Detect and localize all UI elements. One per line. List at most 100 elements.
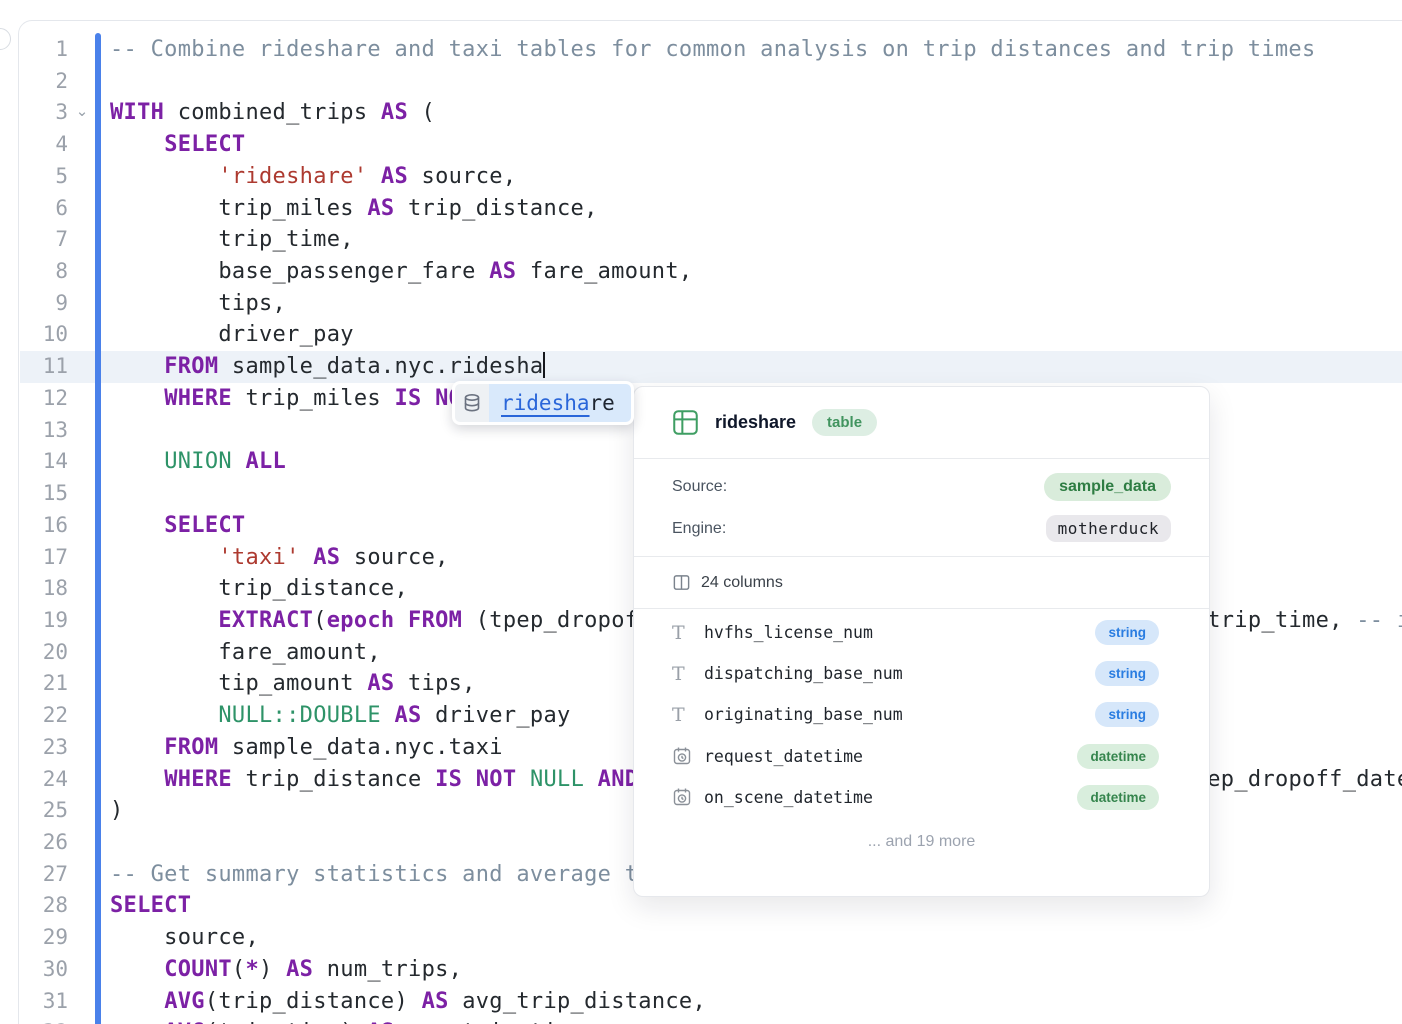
line-number: 28 bbox=[20, 890, 68, 922]
column-type-badge: string bbox=[1095, 702, 1159, 727]
engine-value-badge: motherduck bbox=[1046, 515, 1171, 542]
line-number: 8 bbox=[20, 256, 68, 288]
code-line[interactable]: trip_miles AS trip_distance, bbox=[110, 193, 598, 225]
code-token: SELECT bbox=[164, 132, 245, 157]
column-row: request_datetimedatetime bbox=[672, 744, 1159, 769]
code-token: AS bbox=[489, 259, 516, 284]
code-line[interactable]: trip_distance, bbox=[110, 573, 408, 605]
code-token: AS bbox=[422, 989, 449, 1014]
code-line[interactable]: tip_amount AS tips, bbox=[110, 668, 476, 700]
code-token: 'rideshare' bbox=[218, 164, 367, 189]
code-line[interactable]: COUNT(*) AS num_trips, bbox=[110, 954, 462, 986]
code-token: 'taxi' bbox=[218, 545, 299, 570]
code-line[interactable]: WITH combined_trips AS ( bbox=[110, 97, 435, 129]
autocomplete-matched-text: ridesha bbox=[501, 391, 590, 415]
datetime-type-icon bbox=[672, 746, 692, 766]
code-token bbox=[300, 545, 314, 570]
line-number: 17 bbox=[20, 542, 68, 574]
code-token bbox=[516, 767, 530, 792]
code-token bbox=[110, 703, 218, 728]
line-number: 5 bbox=[20, 161, 68, 193]
line-number: 4 bbox=[20, 129, 68, 161]
code-line[interactable]: ) bbox=[110, 795, 124, 827]
text-cursor bbox=[543, 352, 545, 378]
code-line[interactable]: -- Combine rideshare and taxi tables for… bbox=[110, 34, 1316, 66]
line-number: 24 bbox=[20, 764, 68, 796]
line-number: 27 bbox=[20, 859, 68, 891]
code-line[interactable]: fare_amount, bbox=[110, 637, 381, 669]
line-number: 32 bbox=[20, 1017, 68, 1024]
line-number: 23 bbox=[20, 732, 68, 764]
code-token bbox=[394, 608, 408, 633]
code-token bbox=[367, 164, 381, 189]
popup-properties: Source: sample_data Engine: motherduck bbox=[634, 459, 1209, 556]
code-token bbox=[232, 449, 246, 474]
text-type-icon: T bbox=[672, 622, 685, 644]
line-number: 13 bbox=[20, 415, 68, 447]
code-token: SELECT bbox=[164, 513, 245, 538]
autocomplete-item-rideshare[interactable]: rideshare bbox=[489, 384, 631, 422]
column-row: Thvfhs_license_numstring bbox=[672, 620, 1159, 645]
code-token: trip_time, bbox=[110, 227, 354, 252]
property-row-engine: Engine: motherduck bbox=[672, 515, 1171, 542]
code-line[interactable]: tips, bbox=[110, 288, 286, 320]
table-icon bbox=[672, 409, 699, 436]
code-line[interactable]: NULL::DOUBLE AS driver_pay bbox=[110, 700, 571, 732]
code-line[interactable]: FROM sample_data.nyc.taxi bbox=[110, 732, 503, 764]
column-type-badge: string bbox=[1095, 620, 1159, 645]
source-label: Source: bbox=[672, 478, 727, 496]
gutter-selection-bar bbox=[95, 33, 101, 1024]
code-token: AS bbox=[367, 196, 394, 221]
code-line[interactable]: 'rideshare' AS source, bbox=[110, 161, 516, 193]
code-token: AVG bbox=[164, 989, 205, 1014]
code-token: AS bbox=[394, 703, 421, 728]
code-token bbox=[110, 1020, 164, 1024]
code-line[interactable]: SELECT bbox=[110, 510, 245, 542]
code-line[interactable]: AVG(trip_time) AS avg_trip_time, bbox=[110, 1017, 598, 1024]
code-token: combined_trips bbox=[164, 100, 381, 125]
code-token: * bbox=[245, 957, 259, 982]
code-token: AS bbox=[313, 545, 340, 570]
line-number: 11 bbox=[20, 351, 68, 383]
code-token: WHERE bbox=[164, 386, 232, 411]
line-number: 31 bbox=[20, 986, 68, 1018]
property-row-source: Source: sample_data bbox=[672, 473, 1171, 501]
code-line[interactable]: FROM sample_data.nyc.ridesha bbox=[110, 351, 545, 383]
column-type-badge: datetime bbox=[1077, 785, 1159, 810]
code-token: trip_miles bbox=[232, 386, 395, 411]
code-line[interactable]: source, bbox=[110, 922, 259, 954]
code-token: ) bbox=[110, 798, 124, 823]
popup-header: rideshare table bbox=[634, 387, 1209, 458]
code-line[interactable]: UNION ALL bbox=[110, 446, 286, 478]
code-token bbox=[110, 449, 164, 474]
column-row: Tdispatching_base_numstring bbox=[672, 661, 1159, 686]
code-line[interactable]: AVG(trip_distance) AS avg_trip_distance, bbox=[110, 986, 706, 1018]
code-line[interactable]: trip_time, bbox=[110, 224, 354, 256]
code-token bbox=[584, 767, 598, 792]
code-line[interactable]: driver_pay bbox=[110, 319, 354, 351]
code-token: epoch bbox=[327, 608, 395, 633]
line-number: 26 bbox=[20, 827, 68, 859]
code-line[interactable]: SELECT bbox=[110, 129, 245, 161]
code-token: IS NOT bbox=[435, 767, 516, 792]
code-token: -- Combine rideshare and taxi tables for… bbox=[110, 37, 1316, 62]
code-token: ALL bbox=[245, 449, 286, 474]
line-number: 1 bbox=[20, 34, 68, 66]
column-row: Toriginating_base_numstring bbox=[672, 702, 1159, 727]
code-token bbox=[110, 132, 164, 157]
fold-chevron-icon[interactable]: ⌄ bbox=[72, 97, 92, 129]
code-line[interactable]: 'taxi' AS source, bbox=[110, 542, 449, 574]
line-number: 15 bbox=[20, 478, 68, 510]
code-token: ( bbox=[232, 957, 246, 982]
code-line[interactable]: SELECT bbox=[110, 890, 191, 922]
code-token bbox=[110, 989, 164, 1014]
code-line[interactable]: base_passenger_fare AS fare_amount, bbox=[110, 256, 692, 288]
code-token: ( bbox=[408, 100, 435, 125]
code-token bbox=[110, 767, 164, 792]
code-token: FROM bbox=[164, 735, 218, 760]
code-token bbox=[110, 957, 164, 982]
code-token: trip_miles bbox=[110, 196, 367, 221]
column-name: originating_base_num bbox=[704, 705, 1095, 724]
code-token: AS bbox=[381, 164, 408, 189]
line-number: 20 bbox=[20, 637, 68, 669]
